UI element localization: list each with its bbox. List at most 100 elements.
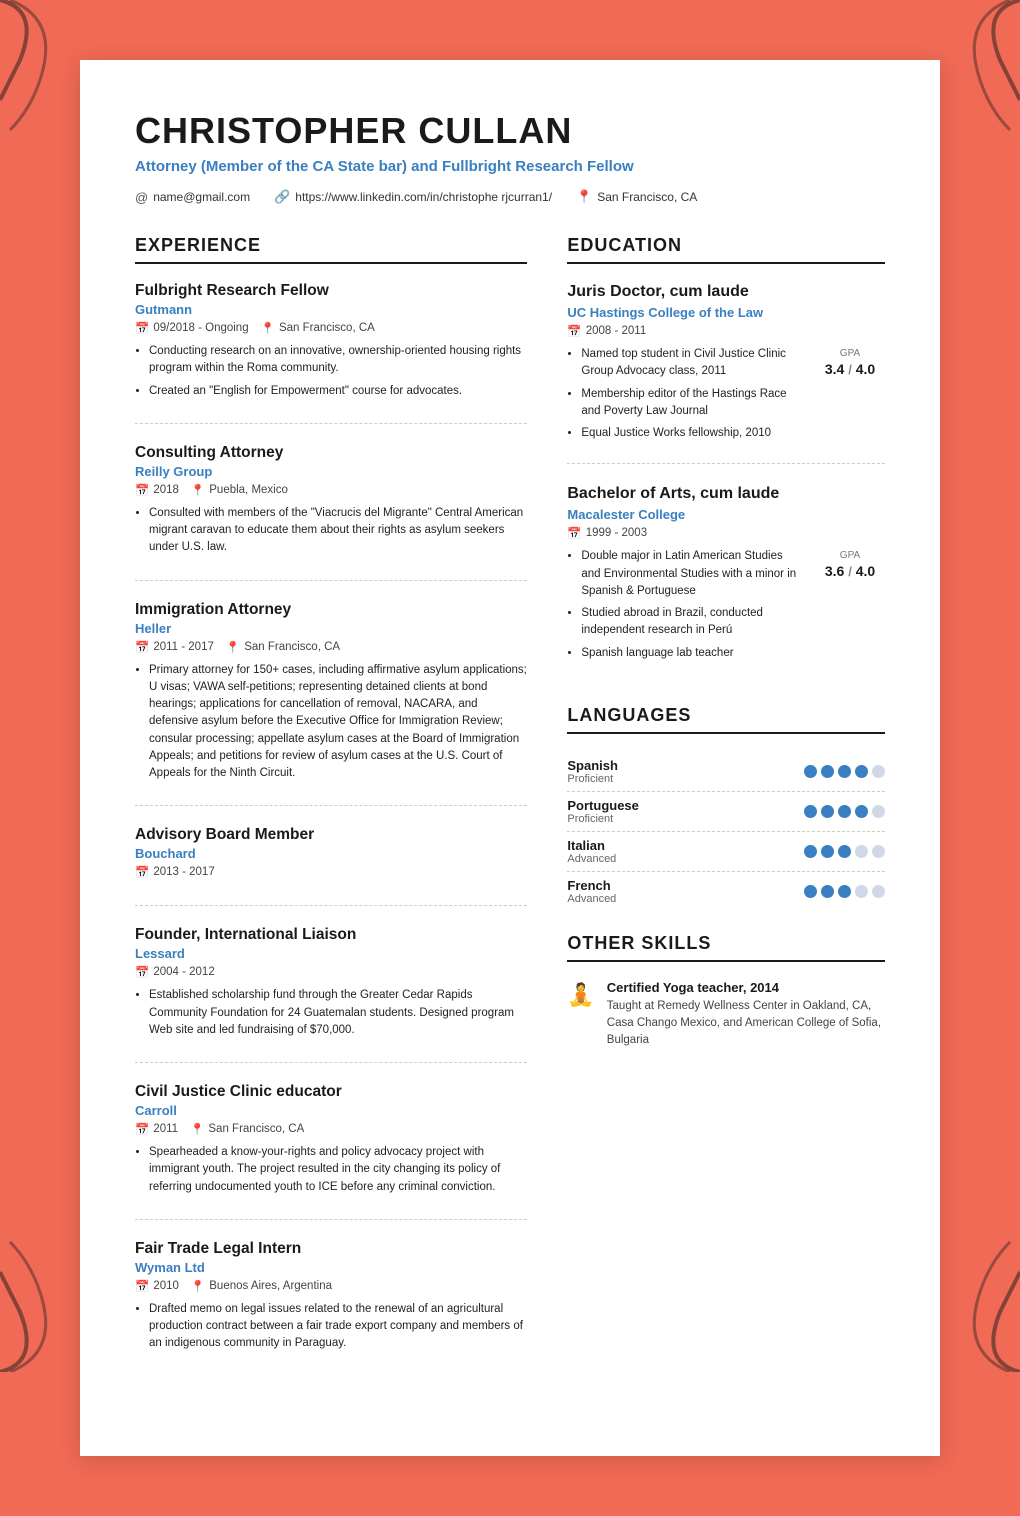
exp-date-2: 📅 2011 - 2017 xyxy=(135,640,214,654)
lang-name-1: Portuguese xyxy=(567,798,639,813)
dot-filled xyxy=(838,765,851,778)
gpa-label: GPA xyxy=(815,348,885,359)
exp-meta-0: 📅 09/2018 - Ongoing 📍 San Francisco, CA xyxy=(135,321,527,335)
dot-filled xyxy=(804,765,817,778)
email-contact: @ name@gmail.com xyxy=(135,189,250,205)
dot-filled xyxy=(804,845,817,858)
experience-column: EXPERIENCE Fulbright Research Fellow Gut… xyxy=(135,235,527,1396)
languages-list: Spanish Proficient Portuguese Proficient… xyxy=(567,752,885,911)
linkedin-icon: 🔗 xyxy=(274,189,290,205)
edu-bullet-item: Studied abroad in Brazil, conducted inde… xyxy=(581,605,799,640)
experience-entry-4: Founder, International Liaison Lessard 📅… xyxy=(135,926,527,1063)
exp-company-2: Heller xyxy=(135,621,527,636)
edu-content-1: Double major in Latin American Studies a… xyxy=(567,548,885,667)
email-value: name@gmail.com xyxy=(153,190,250,204)
calendar-icon: 📅 xyxy=(567,324,581,338)
dot-empty xyxy=(872,805,885,818)
dot-empty xyxy=(872,765,885,778)
lang-info-3: French Advanced xyxy=(567,878,616,905)
resume-page: CHRISTOPHER CULLAN Attorney (Member of t… xyxy=(80,60,940,1456)
exp-job-title-4: Founder, International Liaison xyxy=(135,926,527,944)
contact-bar: @ name@gmail.com 🔗 https://www.linkedin.… xyxy=(135,189,885,205)
exp-location-1: 📍 Puebla, Mexico xyxy=(191,483,288,497)
candidate-title: Attorney (Member of the CA State bar) an… xyxy=(135,158,885,175)
edu-content-0: Named top student in Civil Justice Clini… xyxy=(567,346,885,447)
education-section-title: EDUCATION xyxy=(567,235,885,264)
experience-entry-0: Fulbright Research Fellow Gutmann 📅 09/2… xyxy=(135,282,527,424)
experience-section-title: EXPERIENCE xyxy=(135,235,527,264)
education-entry-1: Bachelor of Arts, cum laude Macalester C… xyxy=(567,484,885,683)
exp-bullets-2: Primary attorney for 150+ cases, includi… xyxy=(135,662,527,783)
experience-list: Fulbright Research Fellow Gutmann 📅 09/2… xyxy=(135,282,527,1376)
edu-years-1: 📅 1999 - 2003 xyxy=(567,526,885,540)
exp-location-5: 📍 San Francisco, CA xyxy=(190,1122,304,1136)
edu-bullets-0: Named top student in Civil Justice Clini… xyxy=(567,346,799,447)
dot-filled xyxy=(821,845,834,858)
lang-level-0: Proficient xyxy=(567,773,618,785)
email-icon: @ xyxy=(135,190,148,205)
skill-entry-0: 🧘 Certified Yoga teacher, 2014 Taught at… xyxy=(567,980,885,1050)
languages-section-title: LANGUAGES xyxy=(567,705,885,734)
exp-bullets-4: Established scholarship fund through the… xyxy=(135,987,527,1039)
education-entry-0: Juris Doctor, cum laude UC Hastings Coll… xyxy=(567,282,885,464)
location-icon: 📍 xyxy=(226,640,240,654)
language-entry-1: Portuguese Proficient xyxy=(567,792,885,832)
dot-empty xyxy=(855,885,868,898)
exp-company-4: Lessard xyxy=(135,946,527,961)
dot-filled xyxy=(821,805,834,818)
exp-date-1: 📅 2018 xyxy=(135,483,179,497)
gpa-value-0: 3.4 / 4.0 xyxy=(815,361,885,377)
bullet-item: Created an "English for Empowerment" cou… xyxy=(149,383,527,400)
edu-bullet-item: Spanish language lab teacher xyxy=(581,645,799,662)
lang-dots-0 xyxy=(804,765,885,778)
exp-date-4: 📅 2004 - 2012 xyxy=(135,965,215,979)
exp-job-title-5: Civil Justice Clinic educator xyxy=(135,1083,527,1101)
candidate-name: CHRISTOPHER CULLAN xyxy=(135,110,885,152)
exp-meta-5: 📅 2011 📍 San Francisco, CA xyxy=(135,1122,527,1136)
exp-bullets-5: Spearheaded a know-your-rights and polic… xyxy=(135,1144,527,1196)
edu-school-0: UC Hastings College of the Law xyxy=(567,305,885,320)
calendar-icon: 📅 xyxy=(135,321,149,335)
experience-entry-5: Civil Justice Clinic educator Carroll 📅 … xyxy=(135,1083,527,1220)
calendar-icon: 📅 xyxy=(135,865,149,879)
exp-meta-3: 📅 2013 - 2017 xyxy=(135,865,527,879)
edu-years-0: 📅 2008 - 2011 xyxy=(567,324,885,338)
exp-company-1: Reilly Group xyxy=(135,464,527,479)
location-icon: 📍 xyxy=(191,1279,205,1293)
exp-company-0: Gutmann xyxy=(135,302,527,317)
lang-level-1: Proficient xyxy=(567,813,639,825)
right-column: EDUCATION Juris Doctor, cum laude UC Has… xyxy=(567,235,885,1396)
linkedin-contact: 🔗 https://www.linkedin.com/in/christophe… xyxy=(274,189,552,205)
exp-location-2: 📍 San Francisco, CA xyxy=(226,640,340,654)
language-entry-2: Italian Advanced xyxy=(567,832,885,872)
dot-empty xyxy=(855,845,868,858)
exp-meta-1: 📅 2018 📍 Puebla, Mexico xyxy=(135,483,527,497)
skill-icon-0: 🧘 xyxy=(567,982,594,1050)
exp-bullets-1: Consulted with members of the "Viacrucis… xyxy=(135,505,527,557)
exp-job-title-3: Advisory Board Member xyxy=(135,826,527,844)
dot-filled xyxy=(838,845,851,858)
experience-entry-1: Consulting Attorney Reilly Group 📅 2018 … xyxy=(135,444,527,581)
location-icon: 📍 xyxy=(261,321,275,335)
lang-name-3: French xyxy=(567,878,616,893)
calendar-icon: 📅 xyxy=(135,640,149,654)
gpa-value-1: 3.6 / 4.0 xyxy=(815,563,885,579)
edu-degree-0: Juris Doctor, cum laude xyxy=(567,282,885,302)
exp-company-3: Bouchard xyxy=(135,846,527,861)
lang-dots-2 xyxy=(804,845,885,858)
exp-date-5: 📅 2011 xyxy=(135,1122,178,1136)
exp-location-6: 📍 Buenos Aires, Argentina xyxy=(191,1279,332,1293)
exp-job-title-6: Fair Trade Legal Intern xyxy=(135,1240,527,1258)
calendar-icon: 📅 xyxy=(135,965,149,979)
other-skills-list: 🧘 Certified Yoga teacher, 2014 Taught at… xyxy=(567,980,885,1050)
edu-bullet-item: Equal Justice Works fellowship, 2010 xyxy=(581,425,799,442)
exp-job-title-0: Fulbright Research Fellow xyxy=(135,282,527,300)
dot-filled xyxy=(804,805,817,818)
edu-school-1: Macalester College xyxy=(567,507,885,522)
experience-entry-2: Immigration Attorney Heller 📅 2011 - 201… xyxy=(135,601,527,807)
bullet-item: Drafted memo on legal issues related to … xyxy=(149,1301,527,1353)
location-icon: 📍 xyxy=(190,1122,204,1136)
edu-bullet-item: Membership editor of the Hastings Race a… xyxy=(581,386,799,421)
exp-company-6: Wyman Ltd xyxy=(135,1260,527,1275)
location-value: San Francisco, CA xyxy=(597,190,697,204)
